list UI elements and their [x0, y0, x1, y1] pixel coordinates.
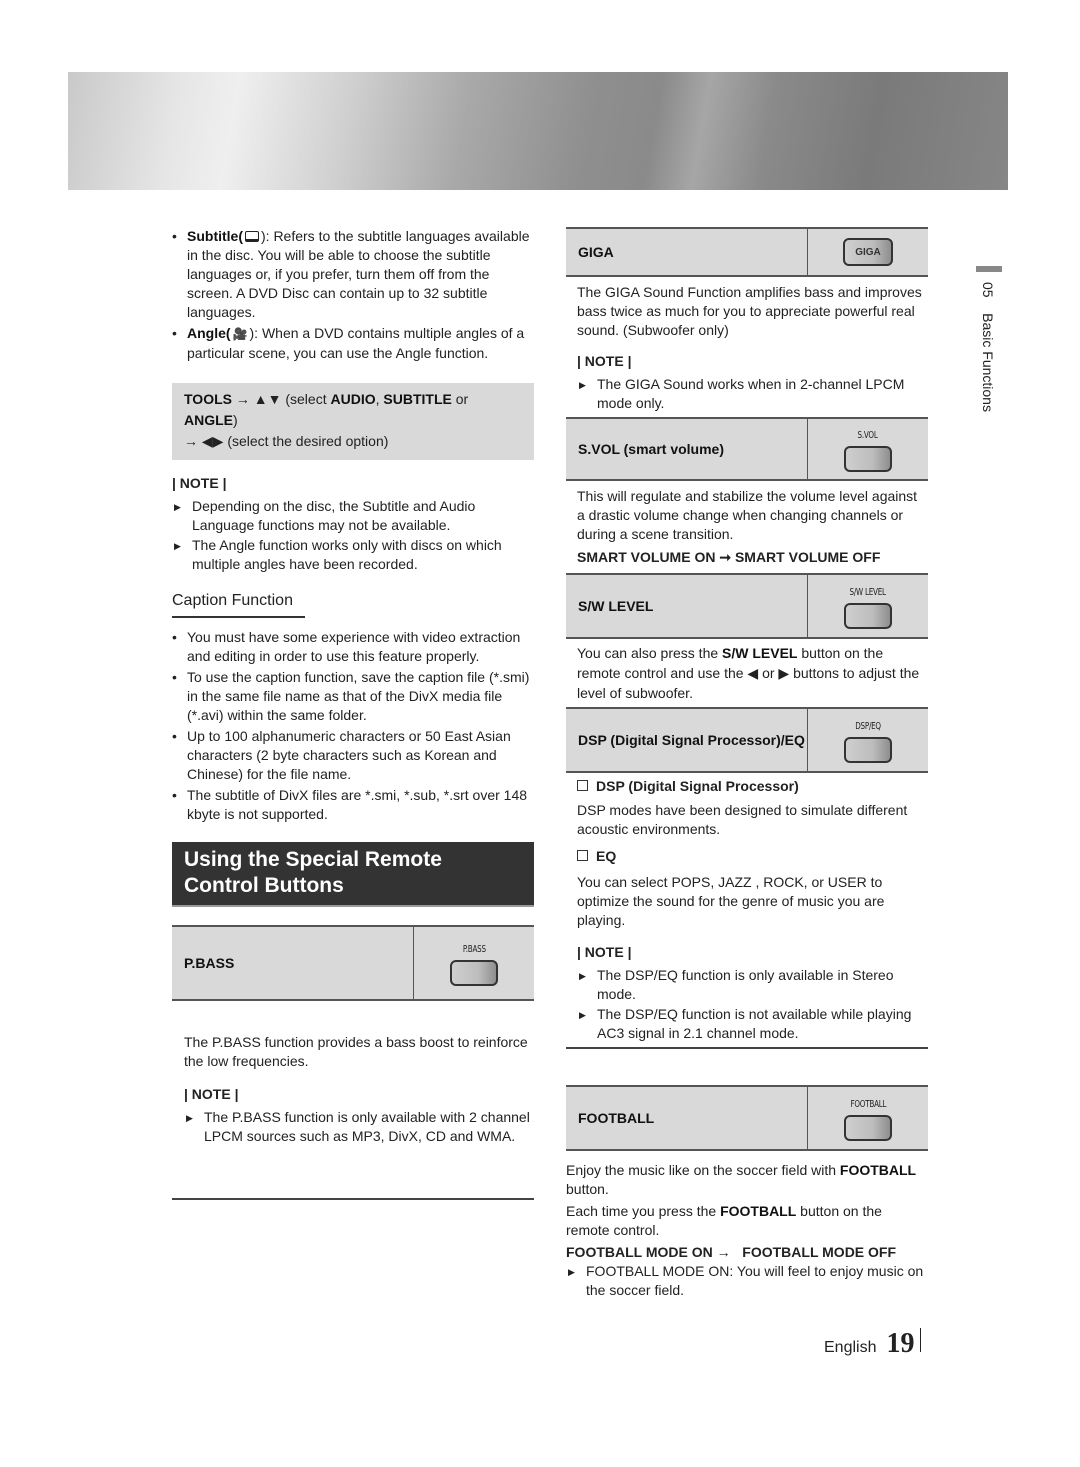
- swlevel-description: You can also press the S/W LEVEL button …: [577, 645, 920, 701]
- pbass-label: P.BASS: [172, 927, 414, 999]
- caption-item: Up to 100 alphanumeric characters or 50 …: [172, 727, 534, 784]
- subtitle-bullet: Subtitle(): Refers to the subtitle langu…: [172, 227, 534, 322]
- svol-description: This will regulate and stabilize the vol…: [577, 488, 918, 542]
- checkbox-square-icon: [577, 850, 588, 861]
- caption-item: To use the caption function, save the ca…: [172, 668, 534, 725]
- football-note-list: FOOTBALL MODE ON: You will feel to enjoy…: [566, 1262, 928, 1300]
- svol-toggle: SMART VOLUME ON ➞ SMART VOLUME OFF: [577, 549, 881, 565]
- note-item: The DSP/EQ function is not available whi…: [577, 1005, 928, 1043]
- football-button-cell: FOOTBALL: [808, 1087, 928, 1149]
- page-footer: English 19: [824, 1328, 922, 1360]
- football-row: FOOTBALL FOOTBALL: [566, 1085, 928, 1151]
- checkbox-square-icon: [577, 780, 588, 791]
- note-item: The DSP/EQ function is only available in…: [577, 966, 928, 1004]
- caption-list: You must have some experience with video…: [172, 628, 534, 824]
- angle-bullet: Angle(🎥): When a DVD contains multiple a…: [172, 324, 534, 363]
- pbass-button-caption: P.BASS: [462, 944, 486, 955]
- football-button-caption: FOOTBALL: [850, 1099, 886, 1110]
- swlevel-row: S/W LEVEL S/W LEVEL: [566, 573, 928, 639]
- pbass-description: The P.BASS function provides a bass boos…: [184, 1034, 528, 1069]
- dspeq-note-list: The DSP/EQ function is only available in…: [566, 966, 928, 1043]
- note-heading: | NOTE |: [577, 944, 632, 960]
- tools-line2: → ◀▶ (select the desired option): [184, 433, 389, 449]
- dsp-heading: DSP (Digital Signal Processor): [566, 777, 928, 796]
- football-description-1: Enjoy the music like on the soccer field…: [566, 1162, 917, 1197]
- chapter-label: 05 Basic Functions: [980, 282, 996, 412]
- pbass-button[interactable]: [450, 960, 498, 986]
- svol-button[interactable]: [844, 446, 892, 472]
- caption-item: You must have some experience with video…: [172, 628, 534, 666]
- footer-divider: [920, 1328, 922, 1352]
- swlevel-button[interactable]: [844, 603, 892, 629]
- football-label: FOOTBALL: [566, 1087, 808, 1149]
- left-column: Subtitle(): Refers to the subtitle langu…: [172, 227, 534, 1200]
- dspeq-label: DSP (Digital Signal Processor)/EQ: [566, 709, 808, 771]
- giga-label: GIGA: [566, 229, 808, 275]
- note-heading: | NOTE |: [577, 353, 632, 369]
- swlevel-label: S/W LEVEL: [566, 575, 808, 637]
- section-title: Using the Special Remote Control Buttons: [172, 842, 534, 907]
- note-heading: | NOTE |: [172, 475, 227, 491]
- pbass-row: P.BASS P.BASS: [172, 925, 534, 1001]
- footer-language: English: [824, 1339, 877, 1356]
- tools-instruction-box: TOOLS → ▲▼ (select AUDIO, SUBTITLE or AN…: [172, 383, 534, 460]
- header-banner: [68, 72, 1008, 190]
- chapter-tab-marker: [976, 266, 1002, 272]
- pbass-button-cell: P.BASS: [414, 927, 534, 999]
- note-item: The P.BASS function is only available wi…: [184, 1108, 534, 1146]
- page-number: 19: [886, 1328, 915, 1359]
- giga-button-cell: GIGA: [808, 229, 928, 275]
- subtitle-icon: [245, 231, 259, 242]
- chapter-side-tab: 05 Basic Functions: [976, 266, 1002, 412]
- note-item: Depending on the disc, the Subtitle and …: [172, 497, 534, 535]
- eq-heading: EQ: [566, 847, 928, 866]
- eq-description: You can select POPS, JAZZ , ROCK, or USE…: [577, 874, 885, 928]
- svol-row: S.VOL (smart volume) S.VOL: [566, 417, 928, 481]
- divider: [566, 1047, 928, 1049]
- dsp-description: DSP modes have been designed to simulate…: [577, 802, 908, 837]
- giga-note-list: The GIGA Sound works when in 2-channel L…: [566, 375, 928, 413]
- svol-button-caption: S.VOL: [857, 430, 879, 441]
- pbass-note-list: The P.BASS function is only available wi…: [172, 1108, 534, 1146]
- note-item: FOOTBALL MODE ON: You will feel to enjoy…: [566, 1262, 928, 1300]
- dspeq-button[interactable]: [844, 737, 892, 763]
- note-heading: | NOTE |: [184, 1086, 239, 1102]
- football-button[interactable]: [844, 1115, 892, 1141]
- giga-description: The GIGA Sound Function amplifies bass a…: [577, 284, 922, 338]
- svol-button-cell: S.VOL: [808, 419, 928, 479]
- dspeq-button-cell: DSP/EQ: [808, 709, 928, 771]
- dspeq-button-caption: DSP/EQ: [855, 721, 881, 732]
- swlevel-button-caption: S/W LEVEL: [849, 587, 887, 598]
- angle-icon: 🎥: [232, 327, 248, 341]
- note-item: The Angle function works only with discs…: [172, 536, 534, 574]
- giga-row: GIGA GIGA: [566, 227, 928, 277]
- svol-label: S.VOL (smart volume): [566, 419, 808, 479]
- giga-button[interactable]: GIGA: [843, 238, 893, 266]
- audio-options-list: Subtitle(): Refers to the subtitle langu…: [172, 227, 534, 363]
- football-description-2: Each time you press the FOOTBALL button …: [566, 1203, 882, 1238]
- right-column: GIGA GIGA The GIGA Sound Function amplif…: [566, 227, 928, 1301]
- football-toggle: FOOTBALL MODE ON → FOOTBALL MODE OFF: [566, 1244, 897, 1260]
- divider: [172, 1198, 534, 1200]
- swlevel-button-cell: S/W LEVEL: [808, 575, 928, 637]
- note-item: The GIGA Sound works when in 2-channel L…: [577, 375, 928, 413]
- caption-item: The subtitle of DivX files are *.smi, *.…: [172, 786, 534, 824]
- dspeq-row: DSP (Digital Signal Processor)/EQ DSP/EQ: [566, 707, 928, 773]
- note-list: Depending on the disc, the Subtitle and …: [172, 497, 534, 574]
- caption-function-heading: Caption Function: [172, 591, 305, 618]
